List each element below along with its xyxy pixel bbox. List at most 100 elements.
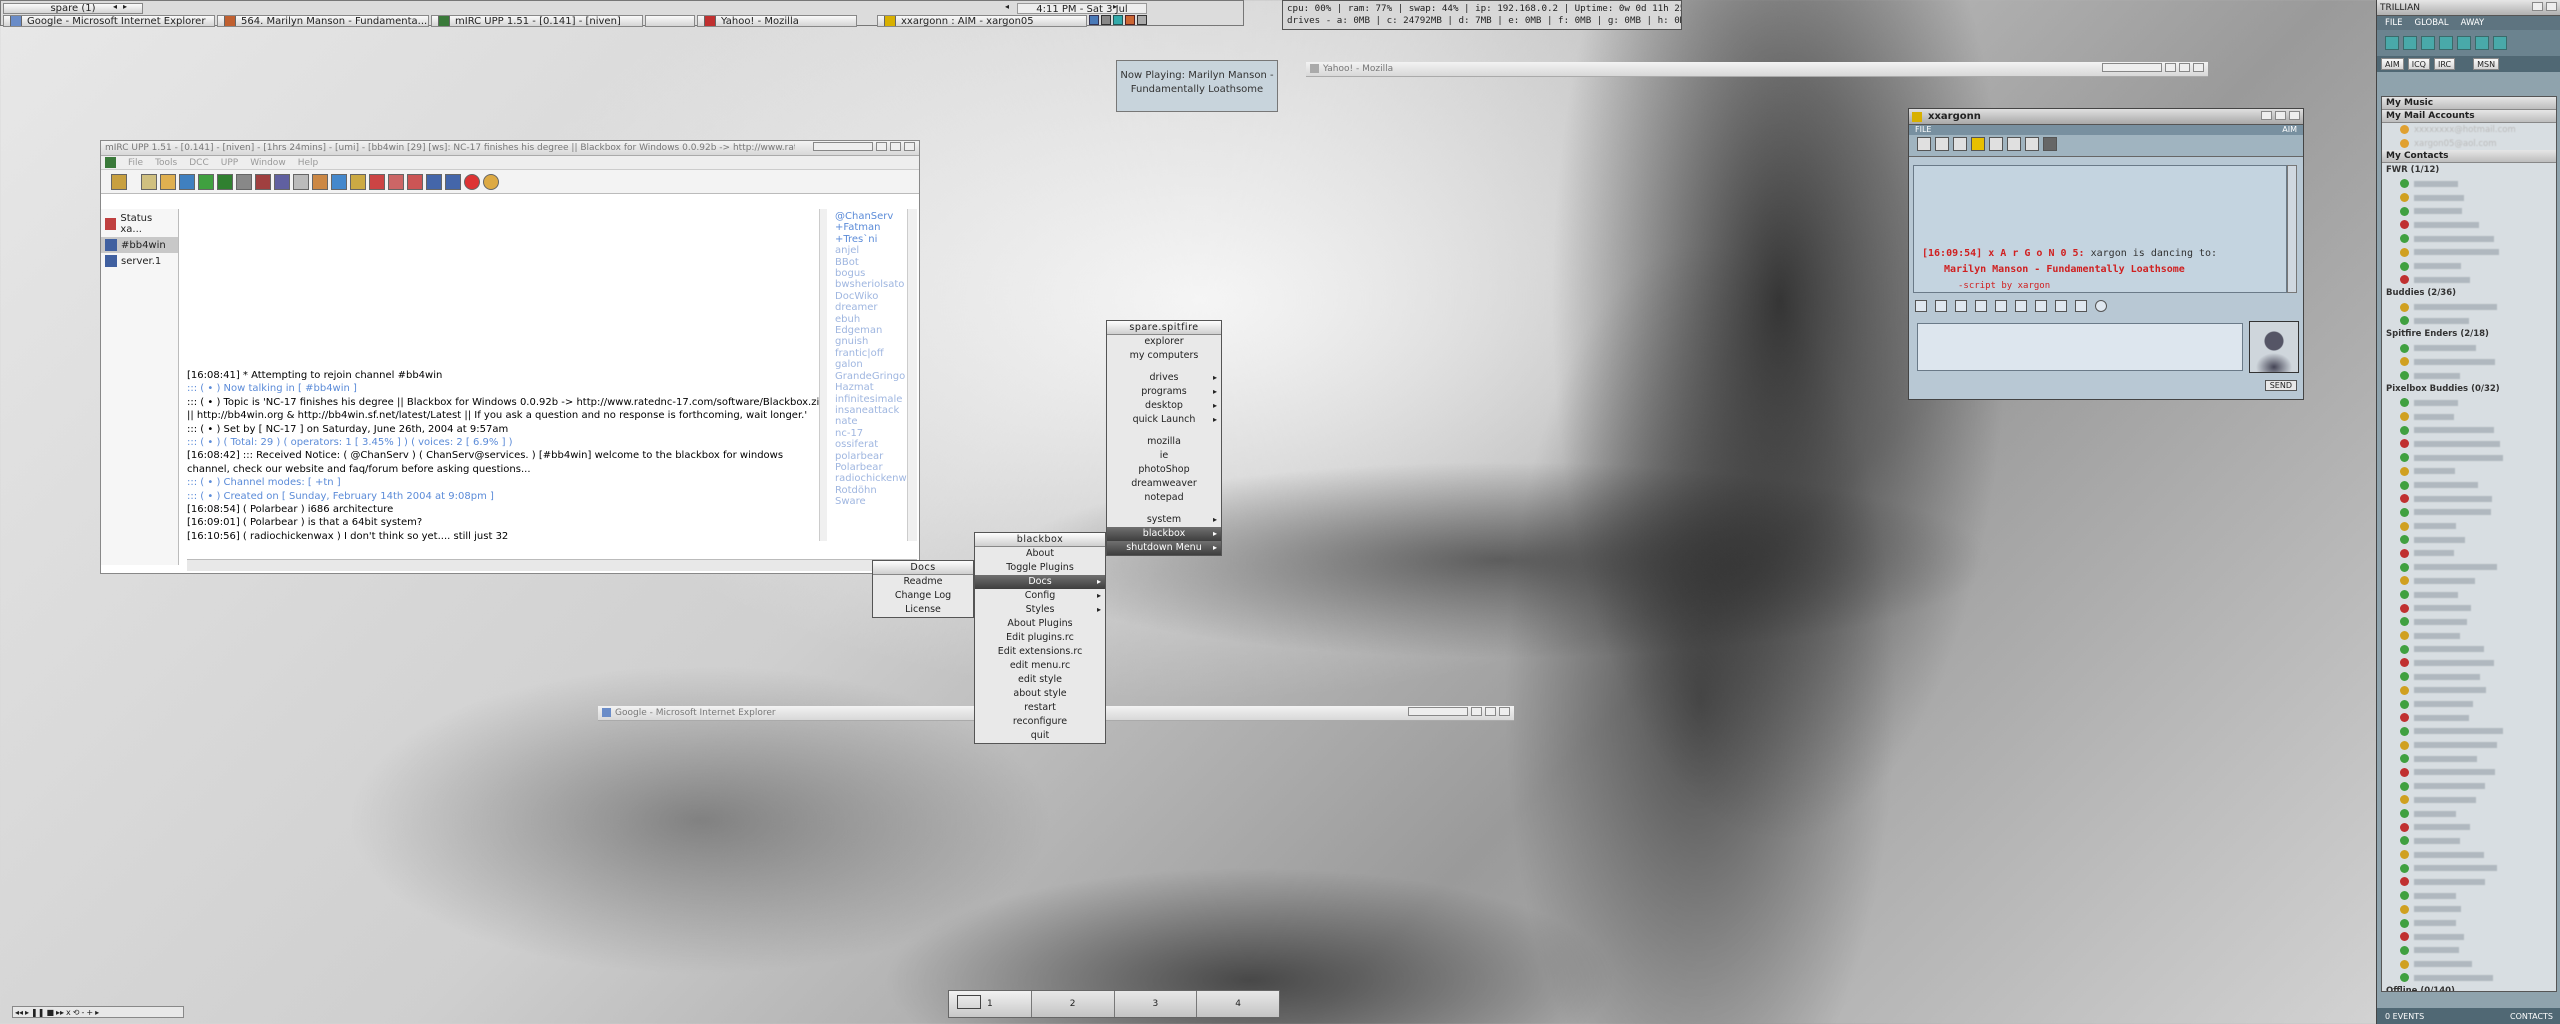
close-button[interactable] <box>2289 111 2300 120</box>
nick-item[interactable]: frantic|off <box>835 348 903 359</box>
contact-row[interactable] <box>2382 903 2556 917</box>
minimize-button[interactable] <box>2165 63 2176 72</box>
contact-row[interactable] <box>2382 341 2556 355</box>
menu-item[interactable]: Config <box>975 589 1105 603</box>
menu-item[interactable]: shutdown Menu <box>1107 541 1221 555</box>
menu-item[interactable]: system <box>1107 513 1221 527</box>
shuffle-icon[interactable]: x <box>66 1008 71 1016</box>
contact-row[interactable] <box>2382 478 2556 492</box>
maximize-button[interactable] <box>2179 63 2190 72</box>
bold-icon[interactable] <box>2015 300 2027 312</box>
text-color-icon[interactable] <box>1915 300 1927 312</box>
nick-item[interactable]: gnuish <box>835 336 903 347</box>
addressbook-icon[interactable] <box>198 174 214 190</box>
sounds-icon[interactable] <box>350 174 366 190</box>
contact-row[interactable] <box>2382 930 2556 944</box>
trillian-away-icon[interactable] <box>2475 36 2489 50</box>
menu-dcc[interactable]: DCC <box>189 158 209 168</box>
play-icon[interactable]: ▸ <box>25 1008 29 1016</box>
contact-row[interactable] <box>2382 779 2556 793</box>
nick-item[interactable]: Polarbear <box>835 462 903 473</box>
contact-row[interactable] <box>2382 437 2556 451</box>
contact-row[interactable] <box>2382 629 2556 643</box>
contact-row[interactable] <box>2382 273 2556 287</box>
contact-row[interactable]: xxxxxxxx@hotmail.com <box>2382 123 2556 137</box>
direct-connect-icon[interactable] <box>2043 137 2057 151</box>
contact-row[interactable]: xargon05@aol.com <box>2382 137 2556 151</box>
list-icon[interactable] <box>255 174 271 190</box>
trillian-section[interactable]: My Music <box>2382 97 2556 110</box>
workspace-label[interactable]: spare (1) <box>3 3 143 14</box>
maximize-button[interactable] <box>890 142 901 151</box>
contact-row[interactable] <box>2382 957 2556 971</box>
task-blank[interactable] <box>645 15 695 27</box>
volume-down-icon[interactable]: - <box>81 1008 84 1016</box>
contact-row[interactable] <box>2382 355 2556 369</box>
trillian-prefs-icon[interactable] <box>2457 36 2471 50</box>
alert-icon[interactable] <box>1971 137 1985 151</box>
task-mozilla[interactable]: Yahoo! - Mozilla <box>697 15 857 27</box>
nicklist-scrollbar[interactable] <box>907 209 917 541</box>
aim-titlebar[interactable]: xxargonn <box>1909 109 2303 125</box>
eject-icon[interactable]: ▸ <box>95 1008 99 1016</box>
nick-item[interactable]: nc-17 <box>835 428 903 439</box>
nick-item[interactable]: +Fatman <box>835 222 903 233</box>
pager-desktop-3[interactable]: 3 <box>1115 991 1198 1017</box>
resize-icon[interactable] <box>1408 707 1468 716</box>
close-button[interactable] <box>1499 707 1510 716</box>
contact-row[interactable] <box>2382 191 2556 205</box>
pause-icon[interactable]: ❚❚ <box>31 1008 44 1016</box>
menu-item[interactable]: Docs <box>975 575 1105 589</box>
contact-row[interactable] <box>2382 177 2556 191</box>
task-aim[interactable]: xxargonn : AIM - xargon05 <box>877 15 1087 27</box>
contact-row[interactable] <box>2382 642 2556 656</box>
nick-item[interactable]: anjel <box>835 245 903 256</box>
nick-item[interactable]: polarbear <box>835 451 903 462</box>
contact-row[interactable] <box>2382 971 2556 985</box>
menu-item[interactable]: Toggle Plugins <box>975 561 1105 575</box>
trillian-menu-global[interactable]: GLOBAL <box>2415 18 2449 28</box>
contact-group[interactable]: Offline (0/140) <box>2382 985 2556 992</box>
task-ie[interactable]: Google - Microsoft Internet Explorer <box>3 15 215 27</box>
menu-item[interactable]: About <box>975 547 1105 561</box>
aim-file-menu[interactable]: FILE <box>1915 125 1931 135</box>
speaker-icon[interactable] <box>1101 15 1111 25</box>
pager-desktop-2[interactable]: 2 <box>1032 991 1115 1017</box>
contact-row[interactable] <box>2382 656 2556 670</box>
minimize-button[interactable] <box>876 142 887 151</box>
trillian-groups-icon[interactable] <box>2421 36 2435 50</box>
menu-item[interactable]: License <box>873 603 973 617</box>
menu-item[interactable]: mozilla <box>1107 435 1221 449</box>
contact-row[interactable] <box>2382 588 2556 602</box>
contact-row[interactable] <box>2382 300 2556 314</box>
scripts-icon[interactable] <box>179 174 195 190</box>
clock-prev-icon[interactable]: ◂ <box>1005 2 1009 11</box>
contact-row[interactable] <box>2382 834 2556 848</box>
aim-compose-input[interactable] <box>1917 323 2243 371</box>
nick-item[interactable]: radiochickenw <box>835 473 903 484</box>
contact-row[interactable] <box>2382 807 2556 821</box>
font-smaller-icon[interactable] <box>1955 300 1967 312</box>
trillian-tray-icon[interactable] <box>1113 15 1123 25</box>
contact-row[interactable] <box>2382 738 2556 752</box>
contact-group[interactable]: Spitfire Enders (2/18) <box>2382 328 2556 342</box>
chat-area[interactable]: [16:08:41] * Attempting to rejoin channe… <box>187 369 907 549</box>
minimize-icon[interactable] <box>2102 63 2162 72</box>
contact-row[interactable] <box>2382 684 2556 698</box>
talk-icon[interactable] <box>2025 137 2039 151</box>
help-icon[interactable] <box>464 174 480 190</box>
nick-item[interactable]: dreamer <box>835 302 903 313</box>
nick-item[interactable]: BBot <box>835 257 903 268</box>
timer-icon[interactable] <box>293 174 309 190</box>
contact-row[interactable] <box>2382 369 2556 383</box>
workspace-prev-icon[interactable]: ◂ <box>113 2 117 11</box>
nick-item[interactable]: DocWiko <box>835 291 903 302</box>
nick-item[interactable]: Sware <box>835 496 903 507</box>
nick-item[interactable]: ossiferat <box>835 439 903 450</box>
contact-row[interactable] <box>2382 560 2556 574</box>
finger-icon[interactable] <box>331 174 347 190</box>
contact-row[interactable] <box>2382 218 2556 232</box>
contact-row[interactable] <box>2382 697 2556 711</box>
mirc-titlebar[interactable]: mIRC UPP 1.51 - [0.141] - [niven] - [1hr… <box>101 141 919 156</box>
task-mirc[interactable]: mIRC UPP 1.51 - [0.141] - [niven] <box>431 15 643 27</box>
